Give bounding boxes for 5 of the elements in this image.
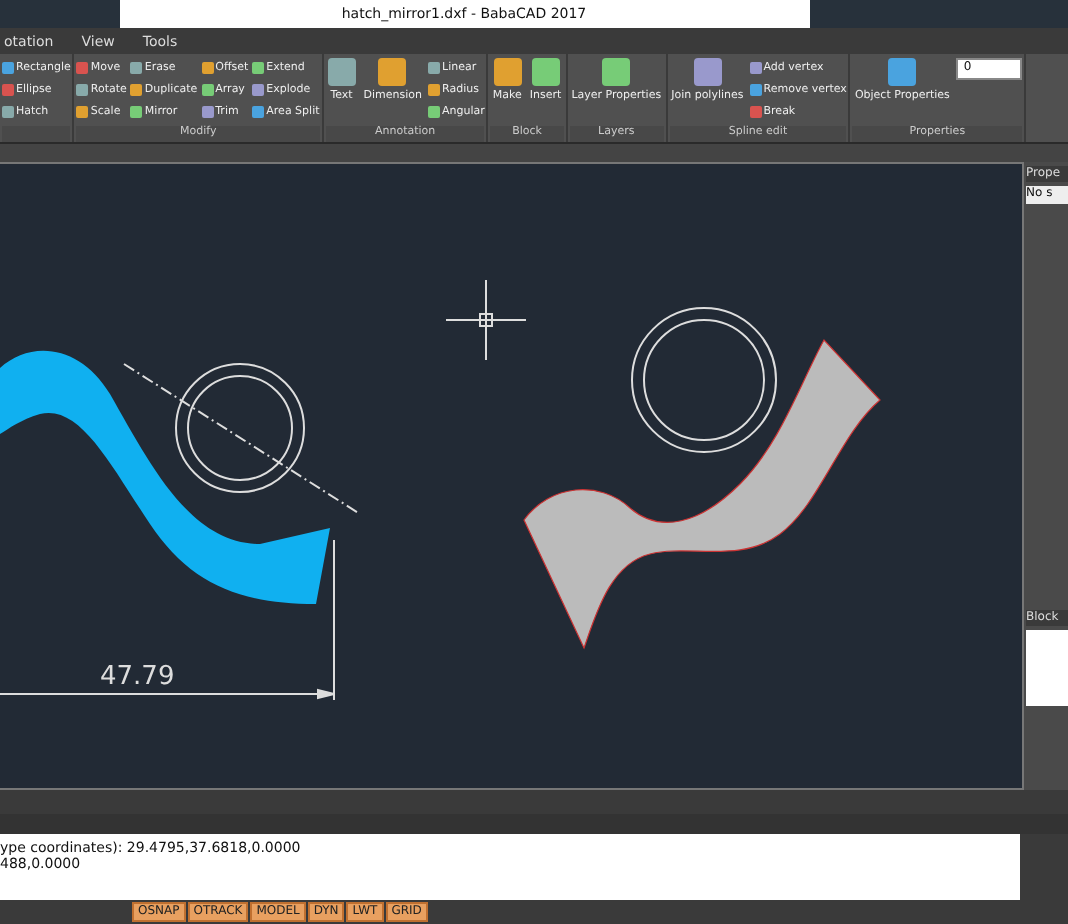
block-preview [1026,630,1068,706]
dimension-text: 47.79 [100,662,175,692]
crosshair-cursor [445,279,527,361]
circle-drawing [175,363,305,493]
drawing-canvas[interactable]: 47.79 [0,162,1024,790]
